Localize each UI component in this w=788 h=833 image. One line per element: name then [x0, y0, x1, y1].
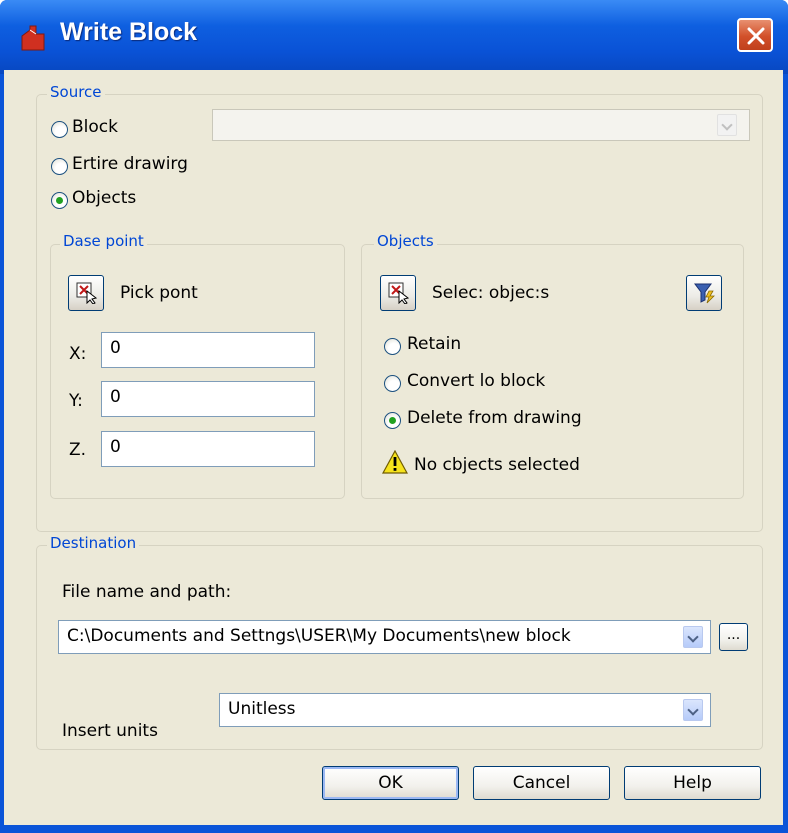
block-name-combo	[212, 109, 750, 141]
convert-to-block-radio[interactable]	[384, 375, 401, 392]
write-block-window: Write Block Source Block Ertire drawirg …	[0, 0, 788, 833]
select-objects-icon	[388, 282, 410, 304]
x-value: 0	[110, 338, 121, 358]
block-label: Block	[72, 117, 118, 137]
insert-units-value: Unitless	[228, 699, 296, 719]
pick-point-icon	[76, 282, 98, 304]
block-app-icon	[21, 25, 45, 51]
y-label: Y:	[69, 391, 83, 411]
entire-drawing-radio[interactable]	[51, 158, 68, 175]
delete-from-drawing-radio[interactable]	[384, 412, 401, 429]
retain-radio[interactable]	[384, 338, 401, 355]
window-title: Write Block	[60, 18, 198, 46]
insert-units-dropdown-arrow[interactable]	[683, 699, 703, 721]
quick-select-button[interactable]	[686, 275, 722, 311]
ok-button[interactable]: OK	[322, 766, 459, 800]
title-bar[interactable]: Write Block	[0, 0, 788, 74]
browse-button[interactable]: ...	[719, 623, 748, 651]
z-label: Z.	[69, 440, 87, 460]
cancel-label: Cancel	[512, 773, 571, 793]
dialog-body: Source Block Ertire drawirg Objects Dase…	[4, 70, 783, 825]
ok-label: OK	[378, 773, 403, 793]
insert-units-combo[interactable]: Unitless	[219, 693, 711, 727]
quick-select-filter-icon	[694, 283, 715, 304]
block-radio[interactable]	[51, 121, 68, 138]
pick-point-label: Pick pont	[120, 283, 198, 303]
delete-from-drawing-label: Delete from drawing	[407, 408, 582, 428]
x-label: X:	[69, 344, 87, 364]
file-path-dropdown-arrow[interactable]	[683, 626, 703, 648]
browse-label: ...	[726, 627, 741, 643]
select-objects-label: Selec: objec:s	[432, 283, 550, 303]
convert-to-block-label: Convert lo block	[407, 371, 546, 391]
block-combo-arrow	[717, 114, 737, 136]
destination-legend: Destination	[47, 534, 140, 552]
help-label: Help	[673, 773, 712, 793]
entire-drawing-label: Ertire drawirg	[72, 154, 188, 174]
help-button[interactable]: Help	[624, 766, 761, 800]
close-button[interactable]	[737, 18, 773, 52]
insert-units-label: Insert units	[62, 721, 158, 741]
file-name-label: File name and path:	[62, 582, 232, 602]
z-value: 0	[110, 437, 121, 457]
warning-icon	[382, 450, 408, 474]
select-objects-button[interactable]	[380, 275, 416, 311]
base-point-legend: Dase point	[60, 232, 147, 250]
file-path-value: C:\Documents and Settngs\USER\My Documen…	[67, 626, 571, 646]
source-legend: Source	[47, 83, 105, 101]
file-path-combo[interactable]: C:\Documents and Settngs\USER\My Documen…	[58, 620, 711, 654]
retain-label: Retain	[407, 334, 462, 354]
close-icon	[747, 27, 765, 45]
y-field[interactable]: 0	[101, 381, 315, 417]
y-value: 0	[110, 387, 121, 407]
objects-label: Objects	[72, 188, 137, 208]
objects-radio[interactable]	[51, 192, 68, 209]
z-field[interactable]: 0	[101, 431, 315, 467]
cancel-button[interactable]: Cancel	[473, 766, 610, 800]
objects-legend: Objects	[374, 232, 437, 250]
warning-text: No cbjects selected	[414, 455, 580, 475]
x-field[interactable]: 0	[101, 332, 315, 368]
pick-point-button[interactable]	[68, 275, 104, 311]
